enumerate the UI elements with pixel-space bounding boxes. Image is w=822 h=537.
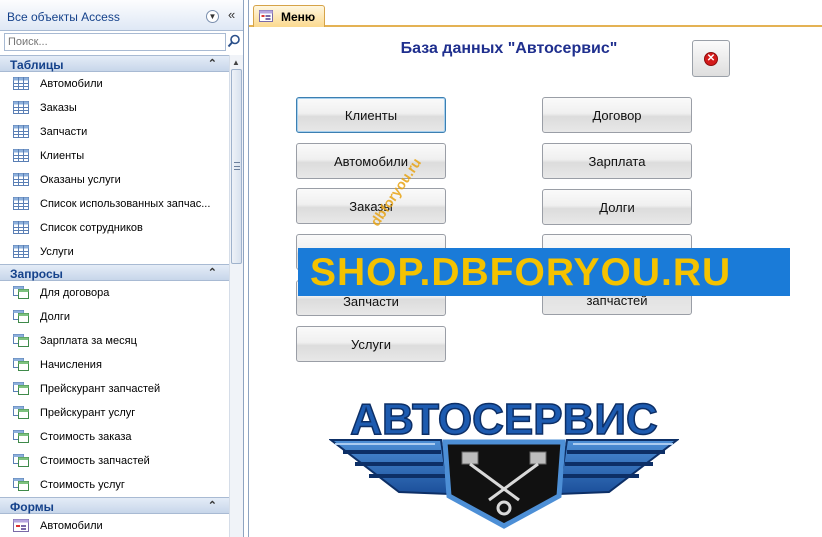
nav-item-label: Запчасти [40,126,88,138]
debts-button[interactable]: Долги [542,189,692,225]
nav-item-label: Долги [40,311,71,323]
chevron-up-icon[interactable]: ⌃ [208,57,217,70]
clients-button[interactable]: Клиенты [296,97,446,133]
close-icon: ✕ [704,52,718,66]
form-icon [259,10,273,22]
nav-scrollbar[interactable]: ▲ [229,55,243,537]
chevron-up-icon[interactable]: ⌃ [208,266,217,279]
nav-item-query[interactable]: Стоимость запчастей [0,449,229,473]
salary-button[interactable]: Зарплата [542,143,692,179]
query-icon [13,310,29,323]
nav-item-label: Список использованных запчас... [40,198,211,210]
nav-item-table[interactable]: Список использованных запчас... [0,192,229,216]
nav-item-query[interactable]: Стоимость услуг [0,473,229,497]
nav-item-query[interactable]: Прейскурант запчастей [0,377,229,401]
nav-item-label: Стоимость запчастей [40,455,150,467]
search-input[interactable] [5,34,225,50]
query-icon [13,334,29,347]
nav-item-label: Клиенты [40,150,85,162]
nav-item-query[interactable]: Стоимость заказа [0,425,229,449]
table-icon [13,221,29,234]
nav-object-list: Таблицы ⌃ Автомобили Заказы Запчасти Кли… [0,55,229,537]
table-icon [13,173,29,186]
autoservice-logo: АВТОСЕРВИС [329,396,679,529]
nav-item-form[interactable]: Автомобили [0,514,229,537]
group-header-queries[interactable]: Запросы ⌃ [0,264,229,281]
chevron-up-icon[interactable]: ⌃ [208,499,217,512]
group-title: Таблицы [10,58,64,72]
document-tab-bar: Меню [249,0,822,27]
watermark-banner: SHOP.DBFORYOU.RU [298,248,790,296]
services-button[interactable]: Услуги [296,326,446,362]
nav-item-table[interactable]: Запчасти [0,120,229,144]
nav-item-table[interactable]: Заказы [0,96,229,120]
nav-item-label: Стоимость услуг [40,479,125,491]
nav-item-label: Для договора [40,287,110,299]
query-icon [13,430,29,443]
nav-item-table[interactable]: Услуги [0,240,229,264]
nav-search-box[interactable] [4,33,226,51]
close-form-button[interactable]: ✕ [692,40,730,77]
nav-item-label: Начисления [40,359,102,371]
group-header-forms[interactable]: Формы ⌃ [0,497,229,514]
nav-item-label: Автомобили [40,520,103,532]
nav-pane-title: Все объекты Access [7,10,120,24]
watermark-text: SHOP.DBFORYOU.RU [310,251,732,294]
collapse-pane-icon[interactable]: « [228,8,235,22]
nav-item-label: Список сотрудников [40,222,143,234]
scroll-up-arrow-icon[interactable]: ▲ [232,58,240,67]
nav-pane-header[interactable]: Все объекты Access ▼ « [0,0,243,31]
logo-text: АВТОСЕРВИС [350,396,658,444]
nav-item-table[interactable]: Клиенты [0,144,229,168]
query-icon [13,358,29,371]
group-title: Запросы [10,267,63,281]
table-icon [13,101,29,114]
nav-item-label: Прейскурант запчастей [40,383,161,395]
navigation-pane: Все объекты Access ▼ « Таблицы ⌃ Автомоб… [0,0,244,537]
nav-item-label: Услуги [40,246,74,258]
table-icon [13,77,29,90]
query-icon [13,406,29,419]
document-area: Меню База данных "Автосервис" ✕ Клиенты … [248,0,822,537]
cars-button[interactable]: Автомобили [296,143,446,179]
query-icon [13,478,29,491]
nav-item-label: Стоимость заказа [40,431,132,443]
group-header-tables[interactable]: Таблицы ⌃ [0,55,229,72]
nav-item-label: Заказы [40,102,77,114]
query-icon [13,286,29,299]
contract-button[interactable]: Договор [542,97,692,133]
tab-label: Меню [281,10,316,24]
nav-item-query[interactable]: Начисления [0,353,229,377]
nav-item-table[interactable]: Список сотрудников [0,216,229,240]
chevron-down-icon[interactable]: ▼ [206,10,219,23]
nav-item-table[interactable]: Автомобили [0,72,229,96]
nav-item-query[interactable]: Для договора [0,281,229,305]
nav-item-query[interactable]: Прейскурант услуг [0,401,229,425]
search-icon[interactable] [227,34,241,48]
nav-item-table[interactable]: Оказаны услуги [0,168,229,192]
grip-icon [234,162,240,170]
nav-item-label: Зарплата за месяц [40,335,137,347]
nav-item-query[interactable]: Зарплата за месяц [0,329,229,353]
nav-item-label: Оказаны услуги [40,174,121,186]
table-icon [13,125,29,138]
group-title: Формы [10,500,54,514]
form-title: База данных "Автосервис" [400,40,618,57]
table-icon [13,197,29,210]
query-icon [13,382,29,395]
query-icon [13,454,29,467]
table-icon [13,149,29,162]
nav-item-label: Прейскурант услуг [40,407,136,419]
scrollbar-thumb[interactable] [231,69,242,264]
nav-item-query[interactable]: Долги [0,305,229,329]
table-icon [13,245,29,258]
nav-item-label: Автомобили [40,78,103,90]
form-icon [13,519,29,532]
tab-menu[interactable]: Меню [253,5,325,27]
